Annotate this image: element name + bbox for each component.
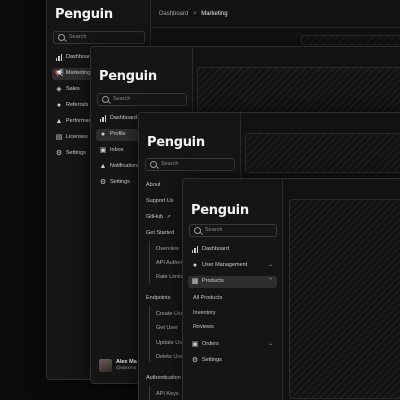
doc-item-get-user[interactable]: Get User [156, 325, 178, 331]
sidebar-item-label: Settings [110, 179, 130, 185]
gear-icon: ⚙ [55, 150, 63, 157]
section-get-started[interactable]: Get Started [146, 230, 174, 236]
user-email: @alexma [116, 366, 137, 371]
search-placeholder: Search [205, 227, 223, 233]
tree-line [149, 306, 150, 362]
avatar [99, 359, 112, 372]
inbox-icon: ▣ [99, 147, 107, 154]
app-logo: Penguin [99, 69, 157, 84]
cart-icon: ▣ [191, 341, 199, 348]
users-icon: ● [56, 102, 62, 109]
sidebar-item-dashboard[interactable]: Dashboard [188, 244, 277, 256]
sidebar-item-label: Inbox [110, 147, 124, 153]
chevron-right-icon: > [193, 11, 197, 17]
link-github-label: GitHub [146, 214, 164, 220]
app-logo: Penguin [55, 7, 113, 22]
search-icon [150, 161, 157, 168]
sidebar-item-label: Settings [202, 357, 222, 363]
search-input[interactable]: Search [53, 31, 145, 44]
users-icon: ● [192, 262, 198, 269]
tree-line [149, 241, 150, 283]
sidebar-item-orders[interactable]: ▣ Orders ⌄ [188, 339, 277, 351]
sidebar-item-label: Licenses [66, 134, 88, 140]
doc-item-rate-limits[interactable]: Rate Limits [156, 274, 184, 280]
search-placeholder: Search [161, 161, 179, 167]
breadcrumb-root[interactable]: Dashboard [159, 11, 188, 17]
link-about[interactable]: About [146, 182, 160, 188]
tag-icon: ◈ [56, 86, 62, 93]
section-authentication[interactable]: Authentication [146, 375, 181, 381]
app-logo: Penguin [191, 203, 249, 218]
sidebar-item-settings[interactable]: ⚙ Settings [188, 355, 277, 367]
placeholder-panel [289, 199, 400, 399]
doc-item-overview[interactable]: Overview [156, 246, 179, 252]
placeholder-panel [245, 133, 400, 173]
chevron-up-icon: ⌃ [268, 278, 273, 284]
external-link-icon: ↗ [166, 214, 171, 220]
breadcrumb: Dashboard > Marketing [159, 11, 228, 17]
window-products: Penguin Search Dashboard ● User Manageme… [182, 178, 400, 400]
gear-icon: ⚙ [99, 179, 107, 186]
chevron-down-icon: ⌄ [268, 262, 273, 268]
bar-chart-icon [55, 54, 63, 62]
sidebar-item-label: User Management [202, 262, 248, 268]
section-endpoints[interactable]: Endpoints [146, 295, 170, 301]
sidebar-item-label: Products [202, 278, 224, 284]
gear-icon: ⚙ [191, 357, 199, 364]
bell-icon: ▲ [99, 163, 107, 170]
search-icon [58, 34, 65, 41]
doc-item-delete-user[interactable]: Delete User [156, 354, 185, 360]
sidebar-item-label: Notifications [110, 163, 140, 169]
sidebar-item-label: Settings [66, 150, 86, 156]
sidebar-item-label: Referrals [66, 102, 89, 108]
bar-chart-icon [99, 115, 107, 123]
sidebar-item-user-management[interactable]: ● User Management ⌄ [188, 260, 277, 272]
link-support-us[interactable]: Support Us [146, 198, 174, 204]
sidebar-item-products[interactable]: ▩ Products ⌃ [188, 276, 277, 288]
tree-line [149, 386, 150, 400]
search-input[interactable]: Search [97, 93, 187, 106]
sub-item-inventory[interactable]: Inventory [193, 310, 216, 316]
placeholder-panel [301, 35, 400, 45]
id-card-icon: ▤ [55, 134, 63, 141]
main-content [283, 179, 400, 400]
sub-item-all-products[interactable]: All Products [193, 295, 222, 301]
search-icon [194, 227, 201, 234]
search-placeholder: Search [69, 34, 87, 40]
user-icon: ● [100, 131, 106, 138]
breadcrumb-current: Marketing [201, 11, 228, 17]
sidebar-item-label: Orders [202, 341, 219, 347]
chevron-down-icon: ⌄ [268, 341, 273, 347]
doc-item-api-keys[interactable]: API Keys [156, 391, 179, 397]
header-divider [151, 27, 400, 28]
search-placeholder: Search [113, 96, 131, 102]
search-input[interactable]: Search [189, 224, 277, 237]
search-icon [102, 96, 109, 103]
bar-chart-icon [191, 246, 199, 254]
sub-item-reviews[interactable]: Reviews [193, 324, 214, 330]
sidebar-item-label: Dashboard [66, 54, 93, 60]
sidebar-item-label: Dashboard [110, 115, 137, 121]
megaphone-icon: 📢 [55, 70, 64, 77]
box-icon: ▩ [191, 278, 199, 285]
sidebar-item-label: Marketing [66, 70, 91, 76]
sidebar-item-label: Profile [110, 131, 126, 137]
user-name: Alex Ma [116, 359, 137, 365]
sidebar: Penguin Search Dashboard ● User Manageme… [183, 179, 283, 400]
trophy-icon: ▲ [55, 118, 63, 125]
link-github[interactable]: GitHub ↗ [146, 214, 171, 220]
sidebar-item-label: Dashboard [202, 246, 229, 252]
search-input[interactable]: Search [145, 158, 235, 171]
sidebar-item-label: Sales [66, 86, 80, 92]
app-logo: Penguin [147, 135, 205, 150]
